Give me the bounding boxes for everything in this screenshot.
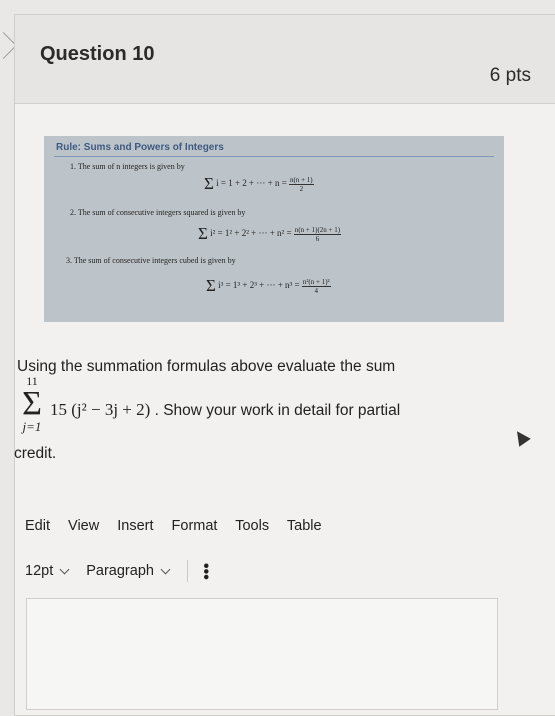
rule-formula-1: Σ i = 1 + 2 + ··· + n = n(n + 1) 2: [204, 174, 314, 194]
menu-format[interactable]: Format: [172, 518, 218, 534]
rule-divider: [54, 156, 494, 157]
menu-view[interactable]: View: [68, 518, 99, 534]
block-format-value: Paragraph: [86, 563, 154, 579]
formula-3-fraction: n²(n + 1)² 4: [301, 277, 331, 295]
formula-2-fraction: n(n + 1)(2n + 1) 6: [293, 225, 342, 243]
formula-2-numerator: n(n + 1)(2n + 1): [293, 225, 342, 235]
menu-edit[interactable]: Edit: [25, 518, 50, 534]
editor-menubar: Edit View Insert Format Tools Table: [25, 518, 336, 534]
formula-3-lhs: i³ = 1³ + 2³ + ··· + n³ =: [218, 280, 300, 291]
formula-1-lhs: i = 1 + 2 + ··· + n =: [216, 178, 287, 189]
rule-image: Rule: Sums and Powers of Integers 1. The…: [44, 136, 504, 322]
font-size-value: 12pt: [25, 563, 54, 579]
chevron-down-icon: [160, 564, 171, 574]
editor-toolbar: 12pt Paragraph •••: [25, 560, 214, 582]
rule-item-2: 2. The sum of consecutive integers squar…: [70, 208, 246, 217]
formula-1-denominator: 2: [299, 184, 304, 193]
question-prompt-line3: credit.: [14, 445, 57, 462]
question-prompt-line2: . Show your work in detail for partial: [154, 402, 401, 419]
rich-text-editor-area[interactable]: [26, 598, 498, 710]
block-format-dropdown[interactable]: Paragraph: [86, 563, 171, 579]
question-expression: 15 (j² − 3j + 2) . Show your work in det…: [50, 400, 400, 420]
menu-insert[interactable]: Insert: [117, 518, 153, 534]
question-title: Question 10: [40, 43, 155, 65]
summand-expression: 15 (j² − 3j + 2): [50, 400, 151, 419]
sigma-symbol: Σ: [204, 174, 214, 193]
menu-table[interactable]: Table: [287, 518, 322, 534]
rule-item-3: 3. The sum of consecutive integers cubed…: [66, 256, 236, 265]
menu-tools[interactable]: Tools: [235, 518, 269, 534]
rule-item-1: 1. The sum of n integers is given by: [70, 162, 185, 171]
formula-3-denominator: 4: [314, 286, 318, 295]
sigma-symbol: Σ: [198, 224, 208, 243]
formula-1-fraction: n(n + 1) 2: [289, 176, 314, 193]
font-size-dropdown[interactable]: 12pt: [25, 563, 70, 579]
toolbar-divider: [186, 560, 188, 582]
rule-formula-3: Σ i³ = 1³ + 2³ + ··· + n³ = n²(n + 1)² 4: [206, 276, 331, 296]
formula-2-lhs: i² = 1² + 2² + ··· + n² =: [210, 228, 292, 239]
rule-formula-2: Σ i² = 1² + 2² + ··· + n² = n(n + 1)(2n …: [198, 224, 342, 244]
sigma-symbol: Σ: [22, 385, 42, 422]
formula-3-numerator: n²(n + 1)²: [301, 277, 331, 287]
question-prompt-line1: Using the summation formulas above evalu…: [17, 358, 396, 375]
chevron-down-icon: [59, 564, 70, 574]
question-header: Question 10 6 pts: [15, 15, 555, 104]
sigma-symbol: Σ: [206, 276, 216, 295]
formula-2-denominator: 6: [315, 234, 320, 243]
summation-symbol: 11 Σ j=1: [17, 374, 47, 435]
more-vertical-icon[interactable]: •••: [197, 563, 214, 580]
formula-1-numerator: n(n + 1): [289, 175, 314, 185]
question-points: 6 pts: [489, 65, 531, 86]
rule-title: Rule: Sums and Powers of Integers: [56, 142, 224, 153]
